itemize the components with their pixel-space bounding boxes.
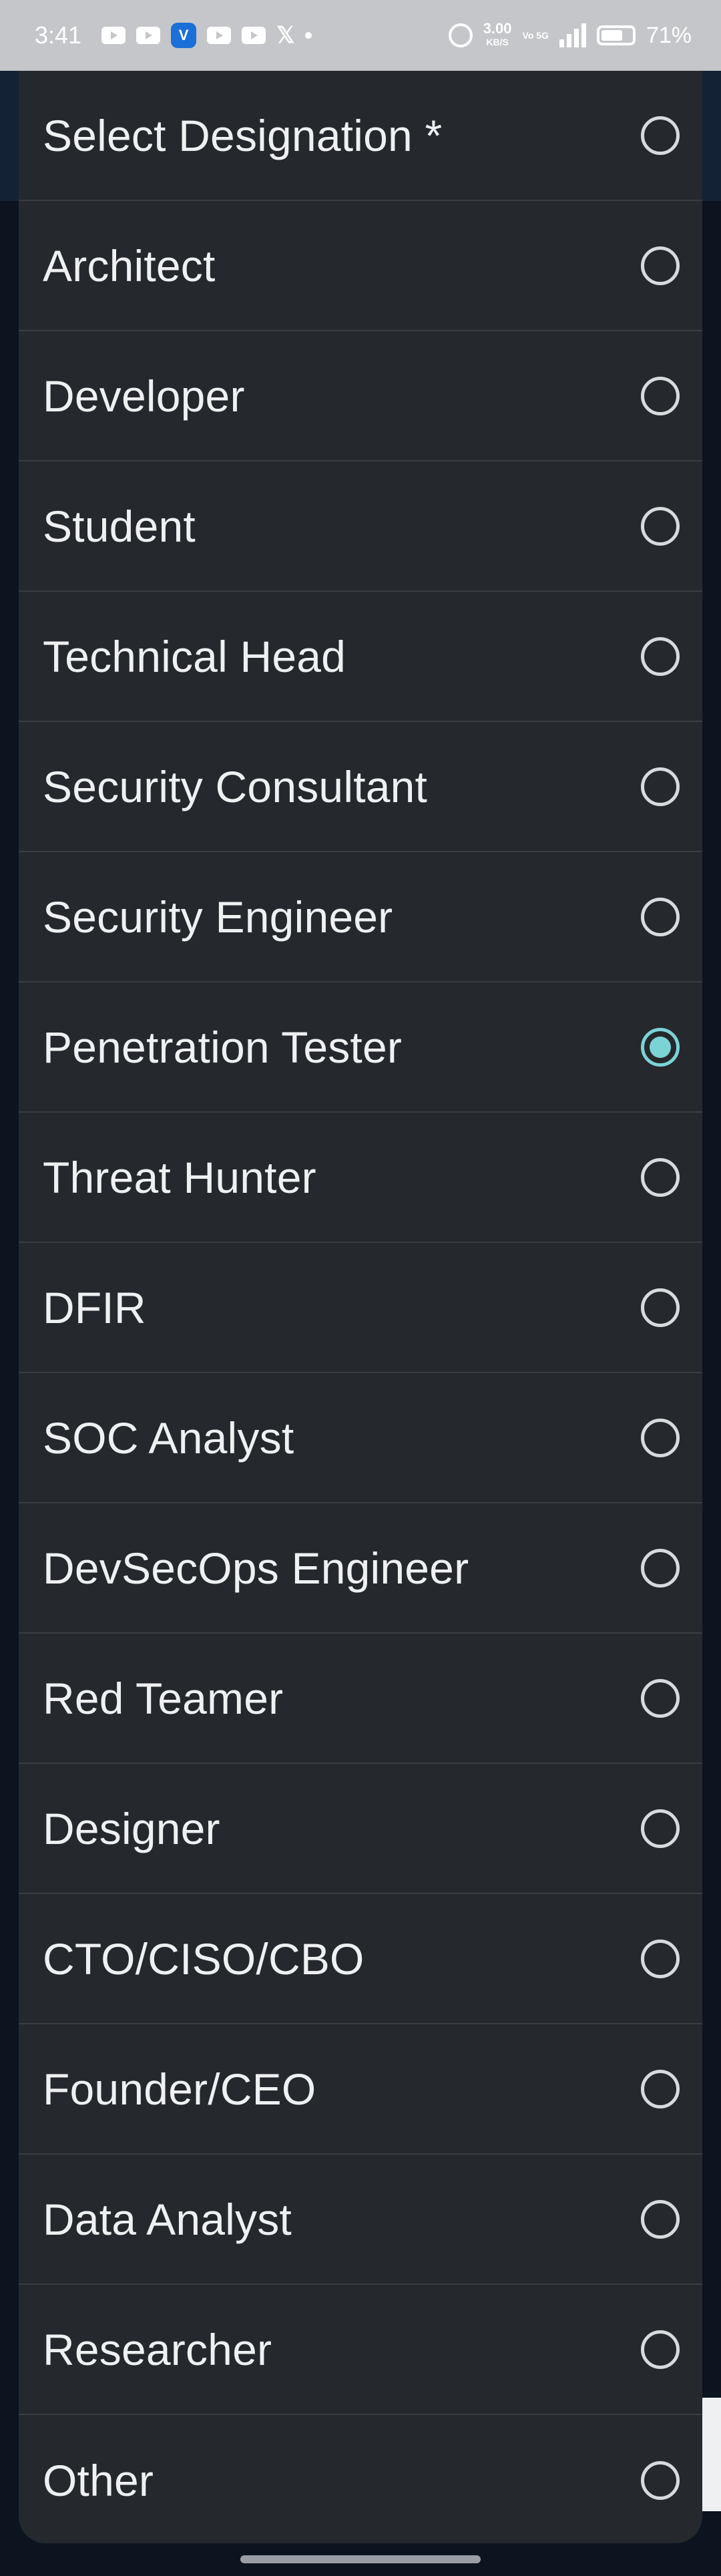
status-time: 3:41 [35, 21, 82, 49]
option-label: Developer [43, 371, 245, 421]
option-label: DFIR [43, 1282, 146, 1332]
background-panel [701, 2398, 721, 2511]
radio-button-icon[interactable] [641, 2460, 680, 2500]
battery-icon [596, 25, 636, 45]
youtube-icon [242, 27, 266, 44]
option-label: Technical Head [43, 631, 346, 681]
option-data-analyst[interactable]: Data Analyst [19, 2155, 702, 2285]
option-developer[interactable]: Developer [19, 331, 702, 462]
option-label: SOC Analyst [43, 1413, 294, 1463]
radio-button-icon[interactable] [641, 1418, 680, 1457]
option-label: DevSecOps Engineer [43, 1543, 469, 1593]
designation-dialog: Select Designation * Architect Developer… [19, 71, 702, 2543]
radio-button-icon[interactable] [641, 506, 680, 546]
status-right: 3.00 KB/S Vo 5G 71% [448, 20, 692, 49]
radio-button-icon[interactable] [641, 1939, 680, 1978]
radio-button-icon[interactable] [641, 897, 680, 936]
signal-icon [559, 23, 586, 47]
network-speed-value: 3.00 [483, 20, 512, 37]
option-label: Other [43, 2455, 154, 2505]
option-label: Student [43, 501, 196, 551]
option-cto-ciso-cbo[interactable]: CTO/CISO/CBO [19, 1894, 702, 2024]
status-left: 3:41 V 𝕏 [35, 21, 312, 49]
option-student[interactable]: Student [19, 462, 702, 592]
option-red-teamer[interactable]: Red Teamer [19, 1634, 702, 1764]
radio-button-checked-icon[interactable] [641, 1027, 680, 1067]
option-label: Researcher [43, 2324, 272, 2374]
option-label: Red Teamer [43, 1673, 284, 1723]
option-researcher[interactable]: Researcher [19, 2285, 702, 2415]
option-label: CTO/CISO/CBO [43, 1934, 365, 1984]
x-icon: 𝕏 [276, 23, 295, 48]
option-label: Founder/CEO [43, 2064, 316, 2114]
network-speed: 3.00 KB/S [483, 20, 512, 49]
option-soc-analyst[interactable]: SOC Analyst [19, 1373, 702, 1503]
option-label: Data Analyst [43, 2194, 292, 2244]
option-label: Threat Hunter [43, 1152, 316, 1202]
radio-button-icon[interactable] [641, 376, 680, 415]
option-label: Security Engineer [43, 892, 393, 942]
radio-button-icon[interactable] [641, 2199, 680, 2239]
volte-indicator: Vo 5G [522, 30, 549, 41]
gesture-nav-handle[interactable] [240, 2555, 481, 2563]
radio-button-icon[interactable] [641, 246, 680, 285]
option-founder-ceo[interactable]: Founder/CEO [19, 2024, 702, 2155]
radio-button-icon[interactable] [641, 1809, 680, 1848]
radio-button-icon[interactable] [641, 767, 680, 806]
option-designer[interactable]: Designer [19, 1764, 702, 1894]
option-security-engineer[interactable]: Security Engineer [19, 852, 702, 982]
status-bar: 3:41 V 𝕏 3.00 KB/S Vo 5G 71% [0, 0, 721, 71]
dot-icon [305, 32, 312, 39]
option-threat-hunter[interactable]: Threat Hunter [19, 1113, 702, 1243]
youtube-icon [207, 27, 232, 44]
option-other[interactable]: Other [19, 2415, 702, 2543]
alarm-icon [448, 23, 473, 47]
option-architect[interactable]: Architect [19, 201, 702, 331]
youtube-icon [101, 27, 126, 44]
radio-button-icon[interactable] [641, 116, 680, 155]
radio-button-icon[interactable] [641, 1678, 680, 1718]
option-label: Penetration Tester [43, 1022, 403, 1072]
option-penetration-tester[interactable]: Penetration Tester [19, 982, 702, 1113]
radio-button-icon[interactable] [641, 2069, 680, 2108]
battery-percent: 71% [646, 22, 692, 48]
battery-fill [601, 30, 623, 41]
radio-button-icon[interactable] [641, 1157, 680, 1197]
dialog-title-row[interactable]: Select Designation * [19, 71, 702, 201]
radio-button-icon[interactable] [641, 636, 680, 676]
app-icon: V [171, 23, 197, 48]
dialog-title: Select Designation * [43, 110, 443, 160]
option-dfir[interactable]: DFIR [19, 1243, 702, 1373]
radio-button-icon[interactable] [641, 1288, 680, 1327]
network-speed-unit: KB/S [486, 37, 509, 47]
radio-button-icon[interactable] [641, 1548, 680, 1588]
option-label: Security Consultant [43, 761, 428, 811]
option-label: Designer [43, 1803, 220, 1853]
youtube-icon [136, 27, 161, 44]
option-technical-head[interactable]: Technical Head [19, 592, 702, 722]
option-security-consultant[interactable]: Security Consultant [19, 722, 702, 852]
radio-button-icon[interactable] [641, 2330, 680, 2369]
option-devsecops-engineer[interactable]: DevSecOps Engineer [19, 1503, 702, 1634]
option-label: Architect [43, 240, 216, 291]
